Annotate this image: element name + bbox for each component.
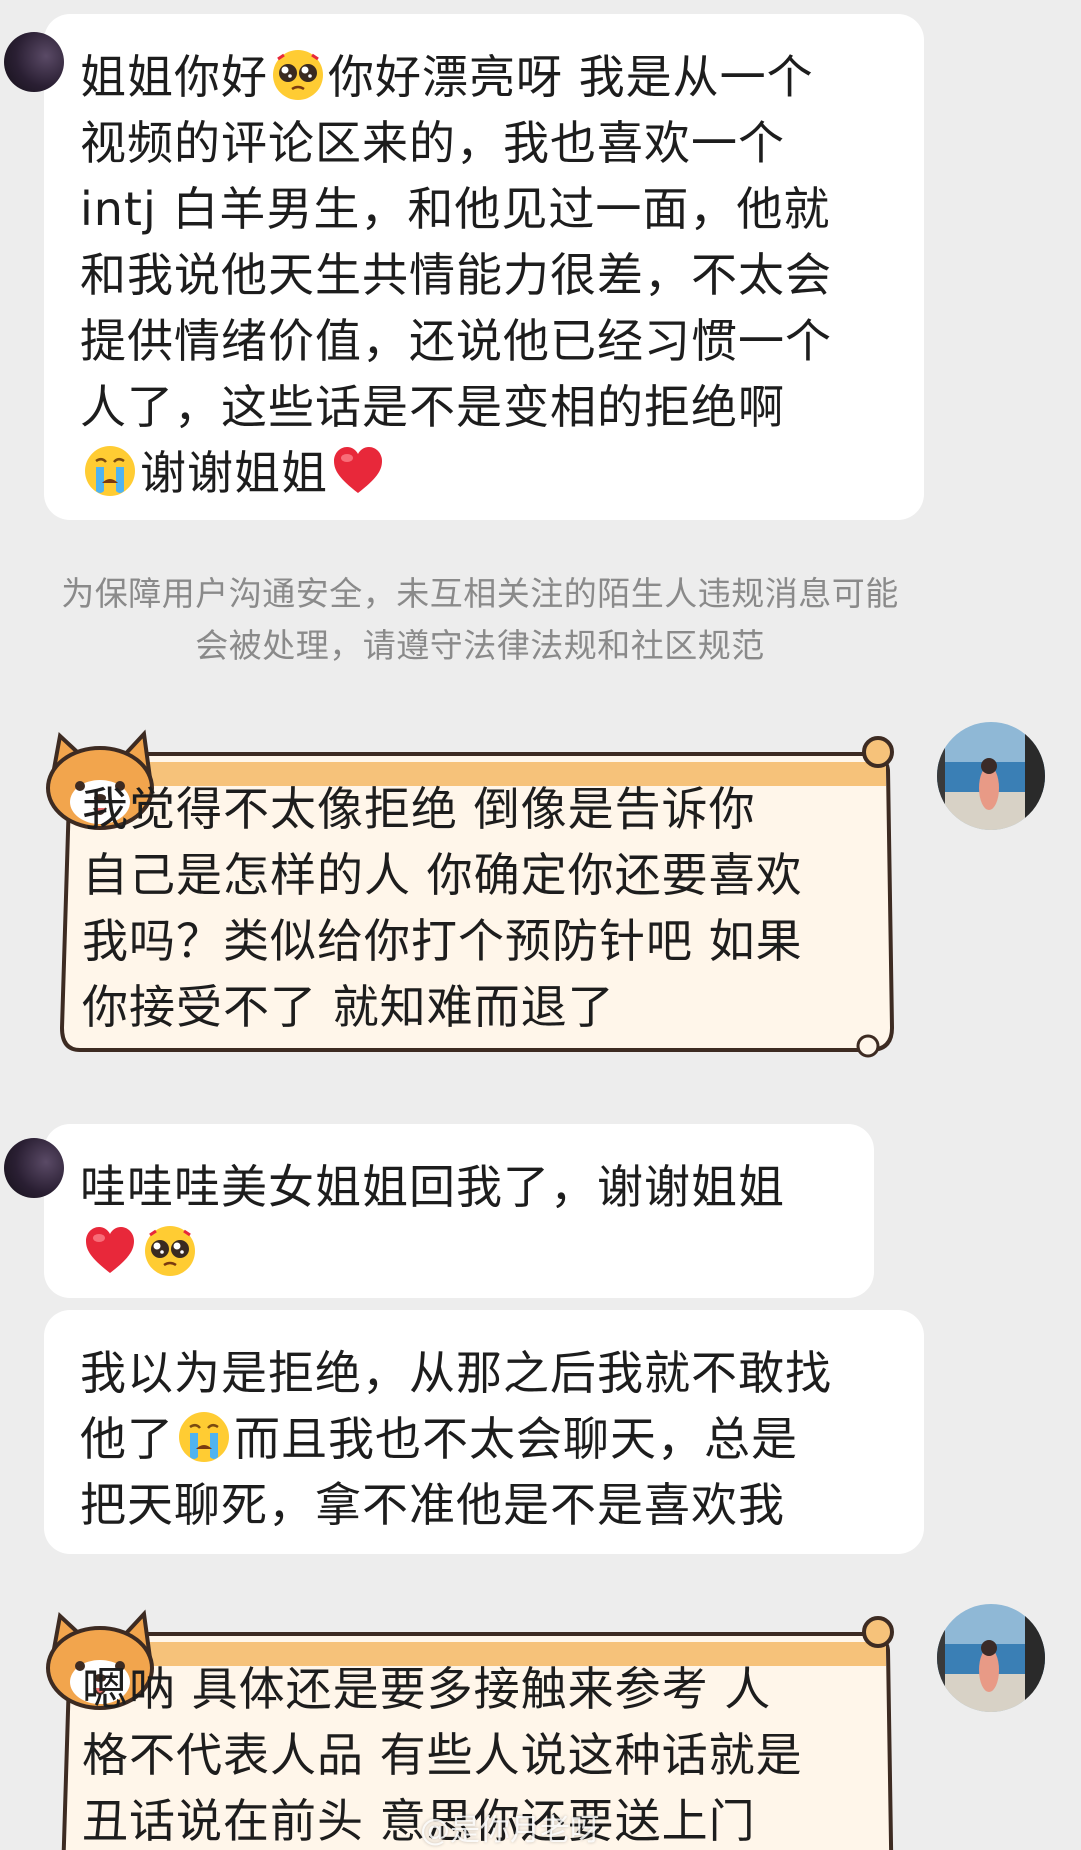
message-bubble-incoming[interactable]: 我以为是拒绝，从那之后我就不敢找 他了 而且我也不太会聊天，总是 把天聊死，拿不准… <box>44 1310 924 1554</box>
message-text-segment: 我觉得不太像拒绝 倒像是告诉你 自己是怎样的人 你确定你还要喜欢 我吗？类似给你… <box>82 782 803 1034</box>
chat-screen: 姐姐你好 你好漂亮呀 我是从一个 视频的评论区来的，我也喜欢一个 intj 白羊男… <box>0 0 1081 1850</box>
avatar-photo <box>937 722 1045 830</box>
watermark: @是你月老呀 <box>420 1813 600 1848</box>
safety-notice: 为保障用户沟通安全，未互相关注的陌生人违规消息可能 会被处理，请遵守法律法规和社… <box>0 568 960 672</box>
message-text: 我以为是拒绝，从那之后我就不敢找 他了 而且我也不太会聊天，总是 把天聊死，拿不准… <box>80 1340 890 1538</box>
pleading-face-icon <box>145 1226 195 1276</box>
avatar[interactable] <box>937 722 1045 830</box>
message-text: 我觉得不太像拒绝 倒像是告诉你 自己是怎样的人 你确定你还要喜欢 我吗？类似给你… <box>82 776 848 1040</box>
message-text-segment: 姐姐你好 <box>80 50 268 104</box>
red-heart-icon <box>86 1227 134 1273</box>
red-heart-icon <box>334 447 382 493</box>
crying-face-icon <box>179 1412 229 1462</box>
avatar-photo <box>937 1604 1045 1712</box>
pleading-face-icon <box>273 50 323 100</box>
message-bubble-incoming[interactable]: 姐姐你好 你好漂亮呀 我是从一个 视频的评论区来的，我也喜欢一个 intj 白羊男… <box>4 14 924 520</box>
avatar[interactable] <box>4 1138 64 1198</box>
message-bubble-outgoing[interactable]: 我觉得不太像拒绝 倒像是告诉你 自己是怎样的人 你确定你还要喜欢 我吗？类似给你… <box>40 728 908 1068</box>
crying-face-icon <box>85 446 135 496</box>
avatar[interactable] <box>4 32 64 92</box>
message-text: 姐姐你好 你好漂亮呀 我是从一个 视频的评论区来的，我也喜欢一个 intj 白羊男… <box>80 44 890 506</box>
message-text-segment: 哇哇哇美女姐姐回我了，谢谢姐姐 <box>80 1160 785 1214</box>
message-bubble-incoming[interactable]: 哇哇哇美女姐姐回我了，谢谢姐姐 <box>4 1124 874 1298</box>
message-text-segment: 谢谢姐姐 <box>140 446 328 500</box>
avatar[interactable] <box>937 1604 1045 1712</box>
message-text-segment: 你好漂亮呀 我是从一个 视频的评论区来的，我也喜欢一个 intj 白羊男生，和他… <box>80 50 832 434</box>
safety-notice-line: 会被处理，请遵守法律法规和社区规范 <box>195 626 765 665</box>
safety-notice-line: 为保障用户沟通安全，未互相关注的陌生人违规消息可能 <box>61 574 899 613</box>
message-text: 哇哇哇美女姐姐回我了，谢谢姐姐 <box>80 1154 840 1286</box>
